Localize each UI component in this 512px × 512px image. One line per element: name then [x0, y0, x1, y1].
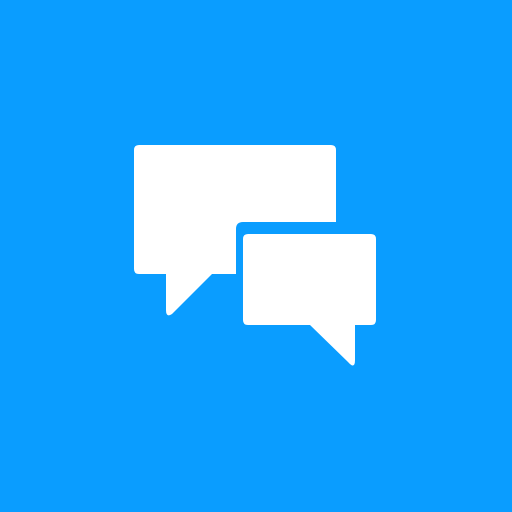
speech-bubble-front-icon	[243, 234, 376, 366]
app-tile[interactable]	[0, 0, 512, 512]
chat-bubbles-icon	[134, 145, 376, 366]
